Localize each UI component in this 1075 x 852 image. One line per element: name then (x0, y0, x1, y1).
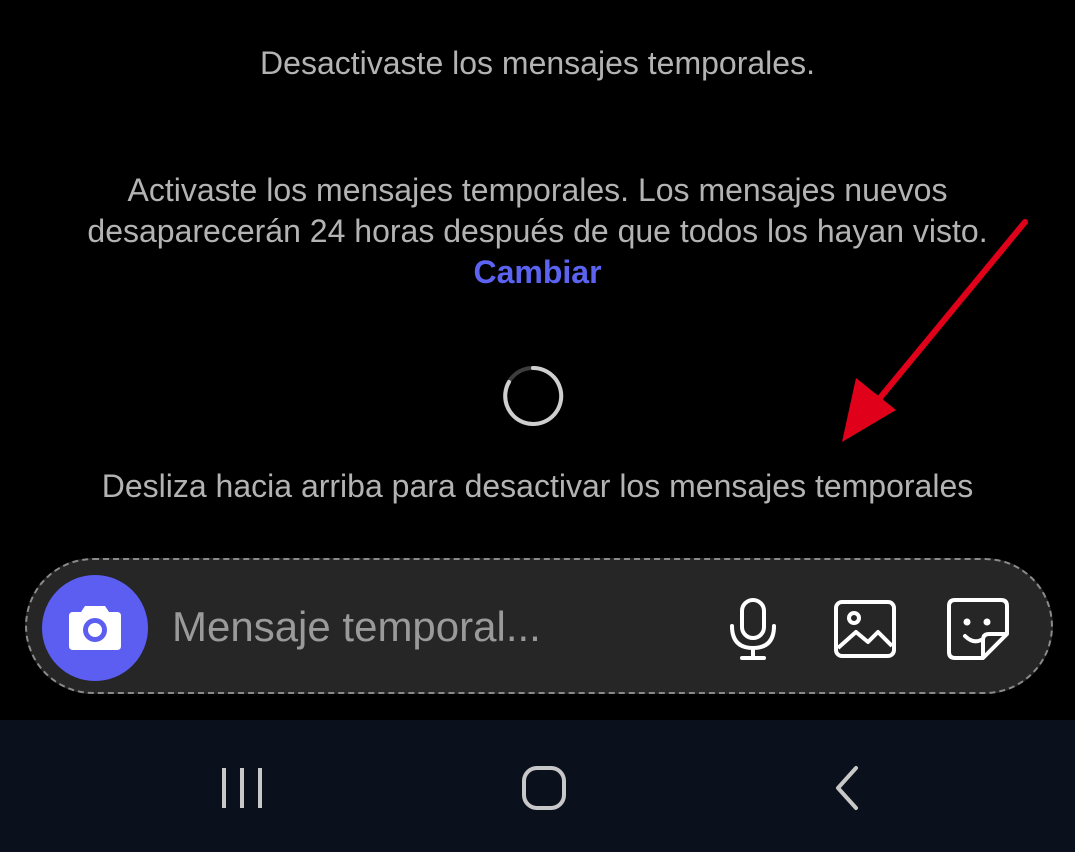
message-composer (25, 558, 1053, 694)
back-icon[interactable] (818, 762, 878, 814)
chat-screen: Desactivaste los mensajes temporales. Ac… (0, 0, 1075, 852)
microphone-icon[interactable] (720, 596, 786, 662)
home-icon[interactable] (514, 762, 574, 814)
system-nav-bar (0, 720, 1075, 852)
camera-button[interactable] (42, 575, 148, 681)
swipe-hint: Desliza hacia arriba para desactivar los… (101, 468, 974, 504)
change-link[interactable]: Cambiar (473, 254, 601, 290)
disabled-notice: Desactivaste los mensajes temporales. (260, 45, 815, 81)
message-input[interactable] (172, 598, 692, 656)
enabled-notice: Activaste los mensajes temporales. Los m… (80, 170, 995, 293)
sticker-icon[interactable] (945, 596, 1011, 662)
image-icon[interactable] (832, 596, 898, 662)
camera-icon (69, 606, 121, 650)
loading-spinner-icon (503, 365, 564, 426)
enabled-notice-text: Activaste los mensajes temporales. Los m… (87, 172, 988, 249)
recents-icon[interactable] (212, 762, 272, 814)
